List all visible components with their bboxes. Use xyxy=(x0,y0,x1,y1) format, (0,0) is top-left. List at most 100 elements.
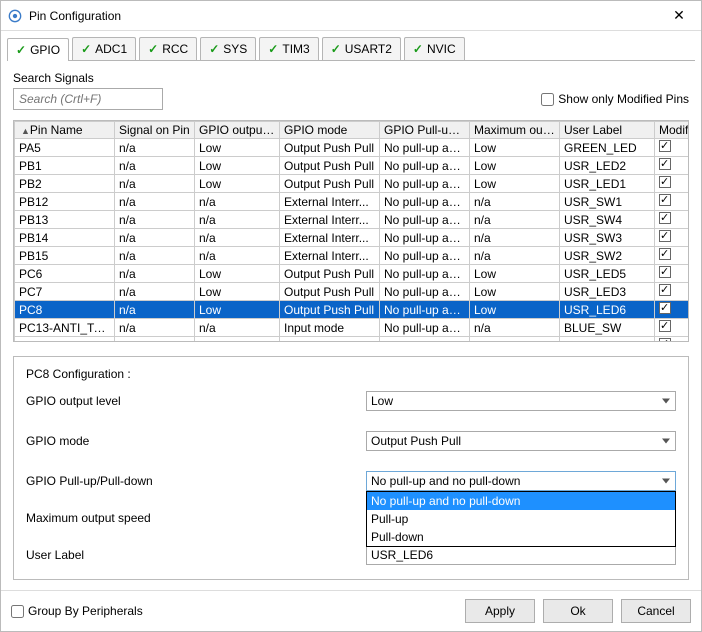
gpio-output-level-select[interactable]: Low xyxy=(366,391,676,411)
table-row[interactable]: PC13-ANTI_TA...n/an/aInput modeNo pull-u… xyxy=(15,319,690,337)
table-row[interactable]: PD2n/aLowOutput Push PullNo pull-up and … xyxy=(15,337,690,343)
cell: No pull-up and ... xyxy=(380,157,470,175)
cell: PB12 xyxy=(15,193,115,211)
check-icon: ✓ xyxy=(148,42,158,56)
tab-tim3[interactable]: ✓TIM3 xyxy=(259,37,318,60)
gpio-mode-select[interactable]: Output Push Pull xyxy=(366,431,676,451)
dropdown-option[interactable]: Pull-up xyxy=(367,510,675,528)
modified-cell[interactable] xyxy=(655,247,690,265)
cell: Low xyxy=(470,139,560,157)
modified-checkbox[interactable] xyxy=(659,248,671,260)
tab-label: TIM3 xyxy=(282,42,309,56)
tab-gpio[interactable]: ✓GPIO xyxy=(7,38,69,61)
tab-usart2[interactable]: ✓USART2 xyxy=(322,37,401,60)
modified-cell[interactable] xyxy=(655,301,690,319)
cell: Output Push Pull xyxy=(280,139,380,157)
modified-checkbox[interactable] xyxy=(659,194,671,206)
table-row[interactable]: PB13n/an/aExternal Interr...No pull-up a… xyxy=(15,211,690,229)
cell: n/a xyxy=(195,211,280,229)
modified-checkbox[interactable] xyxy=(659,230,671,242)
modified-checkbox[interactable] xyxy=(659,176,671,188)
cell: Low xyxy=(195,157,280,175)
show-modified-checkbox[interactable]: Show only Modified Pins xyxy=(541,92,689,106)
cell: PC7 xyxy=(15,283,115,301)
modified-checkbox[interactable] xyxy=(659,284,671,296)
ok-button[interactable]: Ok xyxy=(543,599,613,623)
gpio-output-level-label: GPIO output level xyxy=(26,394,366,408)
show-modified-label: Show only Modified Pins xyxy=(558,92,689,106)
modified-checkbox[interactable] xyxy=(659,266,671,278)
column-header[interactable]: Maximum out... xyxy=(470,122,560,139)
modified-checkbox[interactable] xyxy=(659,140,671,152)
cell: n/a xyxy=(115,301,195,319)
cell: PB14 xyxy=(15,229,115,247)
column-header[interactable]: Modified xyxy=(655,122,690,139)
modified-cell[interactable] xyxy=(655,337,690,343)
cell: PA5 xyxy=(15,139,115,157)
dropdown-option[interactable]: Pull-down xyxy=(367,528,675,546)
column-header[interactable]: GPIO Pull-up/... xyxy=(380,122,470,139)
cell: Low xyxy=(470,283,560,301)
tab-sys[interactable]: ✓SYS xyxy=(200,37,256,60)
check-icon: ✓ xyxy=(16,43,26,57)
modified-checkbox[interactable] xyxy=(659,302,671,314)
modified-cell[interactable] xyxy=(655,265,690,283)
table-row[interactable]: PC7n/aLowOutput Push PullNo pull-up and … xyxy=(15,283,690,301)
cell: PB2 xyxy=(15,175,115,193)
modified-cell[interactable] xyxy=(655,319,690,337)
apply-button[interactable]: Apply xyxy=(465,599,535,623)
cell: PB13 xyxy=(15,211,115,229)
dropdown-option[interactable]: No pull-up and no pull-down xyxy=(367,492,675,510)
table-row[interactable]: PB2n/aLowOutput Push PullNo pull-up and … xyxy=(15,175,690,193)
column-header[interactable]: Signal on Pin xyxy=(115,122,195,139)
table-row[interactable]: PB15n/an/aExternal Interr...No pull-up a… xyxy=(15,247,690,265)
modified-cell[interactable] xyxy=(655,229,690,247)
search-input[interactable] xyxy=(13,88,163,110)
tab-adc1[interactable]: ✓ ADC1 xyxy=(72,37,136,60)
gpio-pull-dropdown[interactable]: No pull-up and no pull-downPull-upPull-d… xyxy=(366,491,676,547)
cell: No pull-up and ... xyxy=(380,319,470,337)
cell: n/a xyxy=(115,211,195,229)
modified-checkbox[interactable] xyxy=(659,320,671,332)
tab-rcc[interactable]: ✓RCC xyxy=(139,37,197,60)
tab-label: NVIC xyxy=(427,42,456,56)
user-label-input[interactable] xyxy=(366,545,676,565)
tab-nvic[interactable]: ✓NVIC xyxy=(404,37,465,60)
cell: Low xyxy=(470,337,560,343)
table-row[interactable]: PB14n/an/aExternal Interr...No pull-up a… xyxy=(15,229,690,247)
modified-checkbox[interactable] xyxy=(659,212,671,224)
modified-cell[interactable] xyxy=(655,139,690,157)
column-header[interactable]: User Label xyxy=(560,122,655,139)
modified-checkbox[interactable] xyxy=(659,158,671,170)
cell: Output Push Pull xyxy=(280,175,380,193)
modified-checkbox[interactable] xyxy=(659,338,671,342)
table-row[interactable]: PB1n/aLowOutput Push PullNo pull-up and … xyxy=(15,157,690,175)
cell: USR_SW2 xyxy=(560,247,655,265)
column-header[interactable]: GPIO mode xyxy=(280,122,380,139)
column-header[interactable]: GPIO output l... xyxy=(195,122,280,139)
close-button[interactable]: ✕ xyxy=(663,4,695,28)
cell: n/a xyxy=(195,247,280,265)
modified-cell[interactable] xyxy=(655,193,690,211)
table-row[interactable]: PC6n/aLowOutput Push PullNo pull-up and … xyxy=(15,265,690,283)
table-row[interactable]: PB12n/an/aExternal Interr...No pull-up a… xyxy=(15,193,690,211)
cancel-button[interactable]: Cancel xyxy=(621,599,691,623)
modified-cell[interactable] xyxy=(655,283,690,301)
modified-cell[interactable] xyxy=(655,175,690,193)
table-row[interactable]: PC8n/aLowOutput Push PullNo pull-up and … xyxy=(15,301,690,319)
modified-cell[interactable] xyxy=(655,157,690,175)
column-header[interactable]: ▲Pin Name xyxy=(15,122,115,139)
tab-label: ADC1 xyxy=(95,42,127,56)
cell: External Interr... xyxy=(280,229,380,247)
gpio-pull-select[interactable]: No pull-up and no pull-down xyxy=(366,471,676,491)
cell: n/a xyxy=(470,319,560,337)
user-label-label: User Label xyxy=(26,548,366,562)
cell: No pull-up and ... xyxy=(380,229,470,247)
table-row[interactable]: PA5n/aLowOutput Push PullNo pull-up and … xyxy=(15,139,690,157)
search-signals-label: Search Signals xyxy=(13,71,689,85)
modified-cell[interactable] xyxy=(655,211,690,229)
cell: n/a xyxy=(115,319,195,337)
group-by-checkbox[interactable]: Group By Peripherals xyxy=(11,604,143,618)
cell: USR_LED1 xyxy=(560,175,655,193)
check-icon: ✓ xyxy=(81,42,91,56)
